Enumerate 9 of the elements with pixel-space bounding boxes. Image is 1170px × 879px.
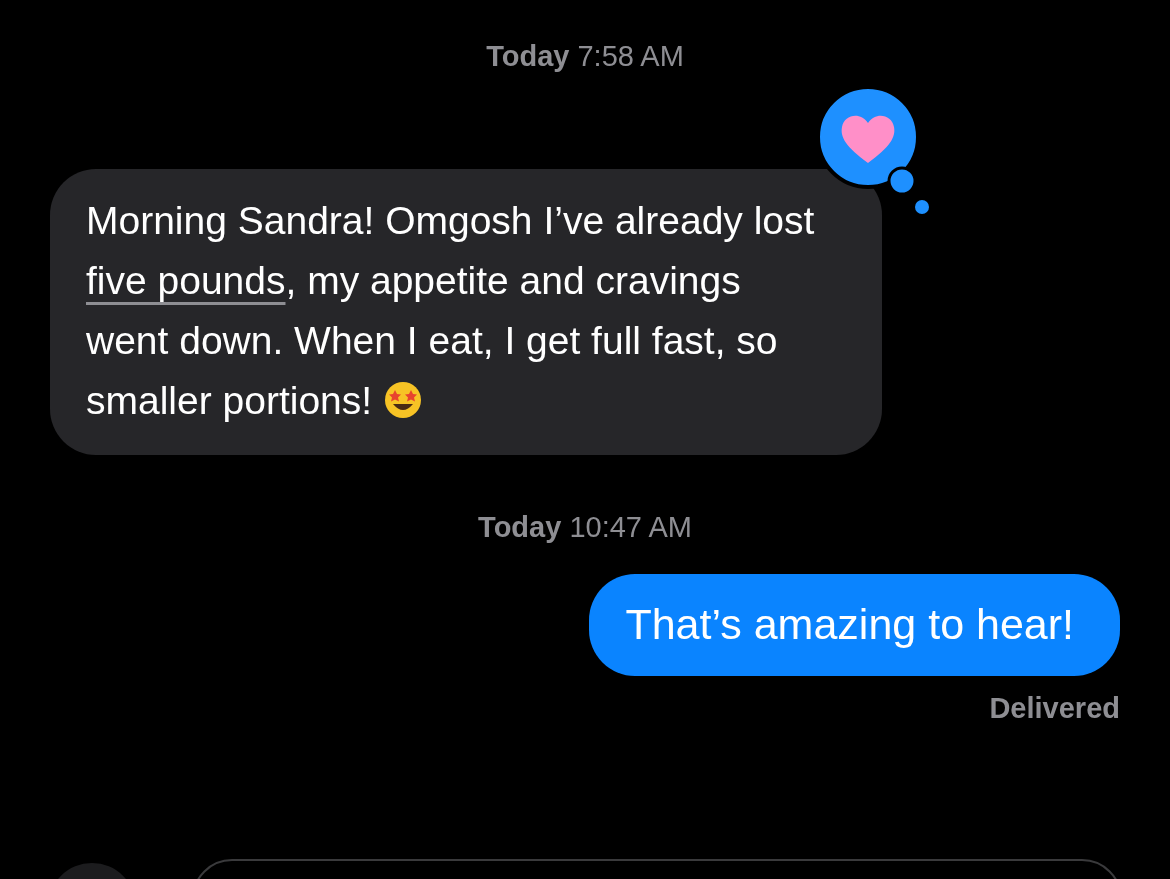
timestamp: Today 10:47 AM <box>478 511 692 544</box>
message-text: That’s amazing to hear! <box>625 599 1074 650</box>
star-eyes-emoji-icon <box>382 380 423 420</box>
detected-link[interactable]: five pounds <box>86 259 286 302</box>
delivery-status: Delivered <box>989 692 1120 725</box>
message-bubble[interactable]: That’s amazing to hear! <box>589 574 1120 676</box>
timestamp: Today 7:58 AM <box>486 40 684 73</box>
message-bubble[interactable]: Morning Sandra! Omgosh I’ve already lost five pounds, my appetite and cravings went down. When I eat, I get full fast, so smaller portions! <box>50 169 882 455</box>
message-text: Morning Sandra! Omgosh I’ve already lost five pounds, my appetite and cravings went down. When I eat, I get full fast, so smaller portions! <box>86 198 816 424</box>
